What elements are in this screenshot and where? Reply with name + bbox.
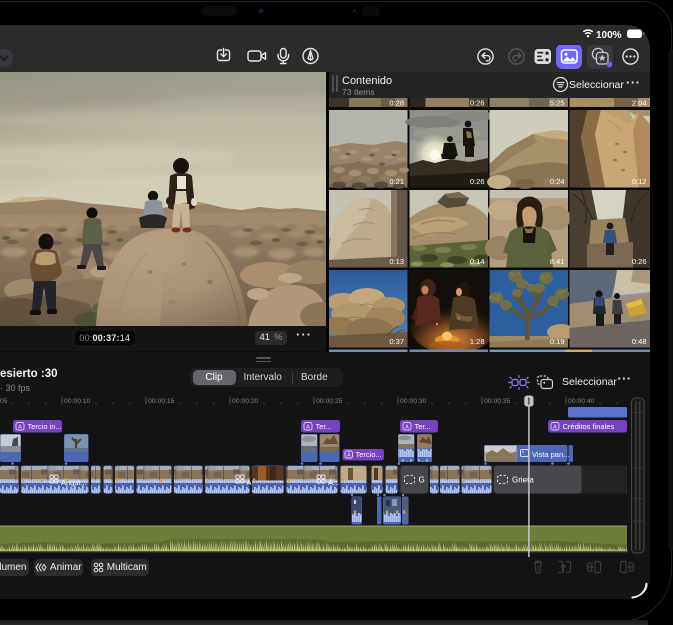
svg-text:Ángul...: Ángul...: [61, 478, 86, 487]
svg-text:0:21: 0:21: [389, 177, 404, 186]
svg-text:Vista pan...: Vista pan...: [532, 450, 569, 459]
svg-text:0:14: 0:14: [470, 257, 485, 266]
svg-text:Ter...: Ter...: [415, 422, 431, 431]
svg-text:Grieta: Grieta: [512, 476, 534, 485]
svg-text:8:41: 8:41: [550, 257, 565, 266]
svg-text:1:28: 1:28: [470, 337, 485, 346]
svg-text:0:37: 0:37: [389, 337, 404, 346]
svg-text:00:00:20: 00:00:20: [232, 398, 259, 405]
svg-text:A: A: [18, 425, 22, 431]
svg-text:0:12: 0:12: [632, 177, 647, 186]
svg-text:0:26: 0:26: [470, 99, 485, 108]
svg-text:0:26: 0:26: [632, 257, 647, 266]
svg-text:5:25: 5:25: [550, 99, 565, 108]
svg-text:A: A: [306, 425, 310, 431]
svg-text:100%: 100%: [596, 30, 622, 40]
svg-text:2:04: 2:04: [632, 99, 647, 108]
svg-text:00:00:40: 00:00:40: [568, 398, 595, 405]
svg-text:0:28: 0:28: [389, 99, 404, 108]
svg-text:Tercio in...: Tercio in...: [28, 422, 62, 431]
svg-text:00:00:15: 00:00:15: [148, 398, 175, 405]
svg-text:Créditos finales: Créditos finales: [563, 422, 615, 431]
svg-text:A: A: [347, 453, 351, 459]
svg-text:00:00:30: 00:00:30: [400, 398, 427, 405]
svg-text:Á: Á: [247, 478, 252, 487]
svg-text:00:00:35: 00:00:35: [484, 398, 511, 405]
svg-text:05: 05: [0, 398, 8, 405]
svg-text:0:13: 0:13: [389, 257, 404, 266]
svg-text:0:48: 0:48: [632, 337, 647, 346]
svg-text:0:26: 0:26: [470, 177, 485, 186]
svg-text:A: A: [553, 425, 557, 431]
svg-text:Tercio...: Tercio...: [356, 450, 382, 459]
svg-text:0:24: 0:24: [550, 177, 565, 186]
svg-text:00:00:10: 00:00:10: [64, 398, 91, 405]
svg-text:Á...: Á...: [328, 478, 339, 487]
svg-text:0:19: 0:19: [550, 337, 565, 346]
svg-text:G: G: [419, 476, 425, 485]
svg-text:A: A: [405, 425, 409, 431]
svg-text:00:00:25: 00:00:25: [316, 398, 343, 405]
svg-text:Ter...: Ter...: [316, 422, 332, 431]
